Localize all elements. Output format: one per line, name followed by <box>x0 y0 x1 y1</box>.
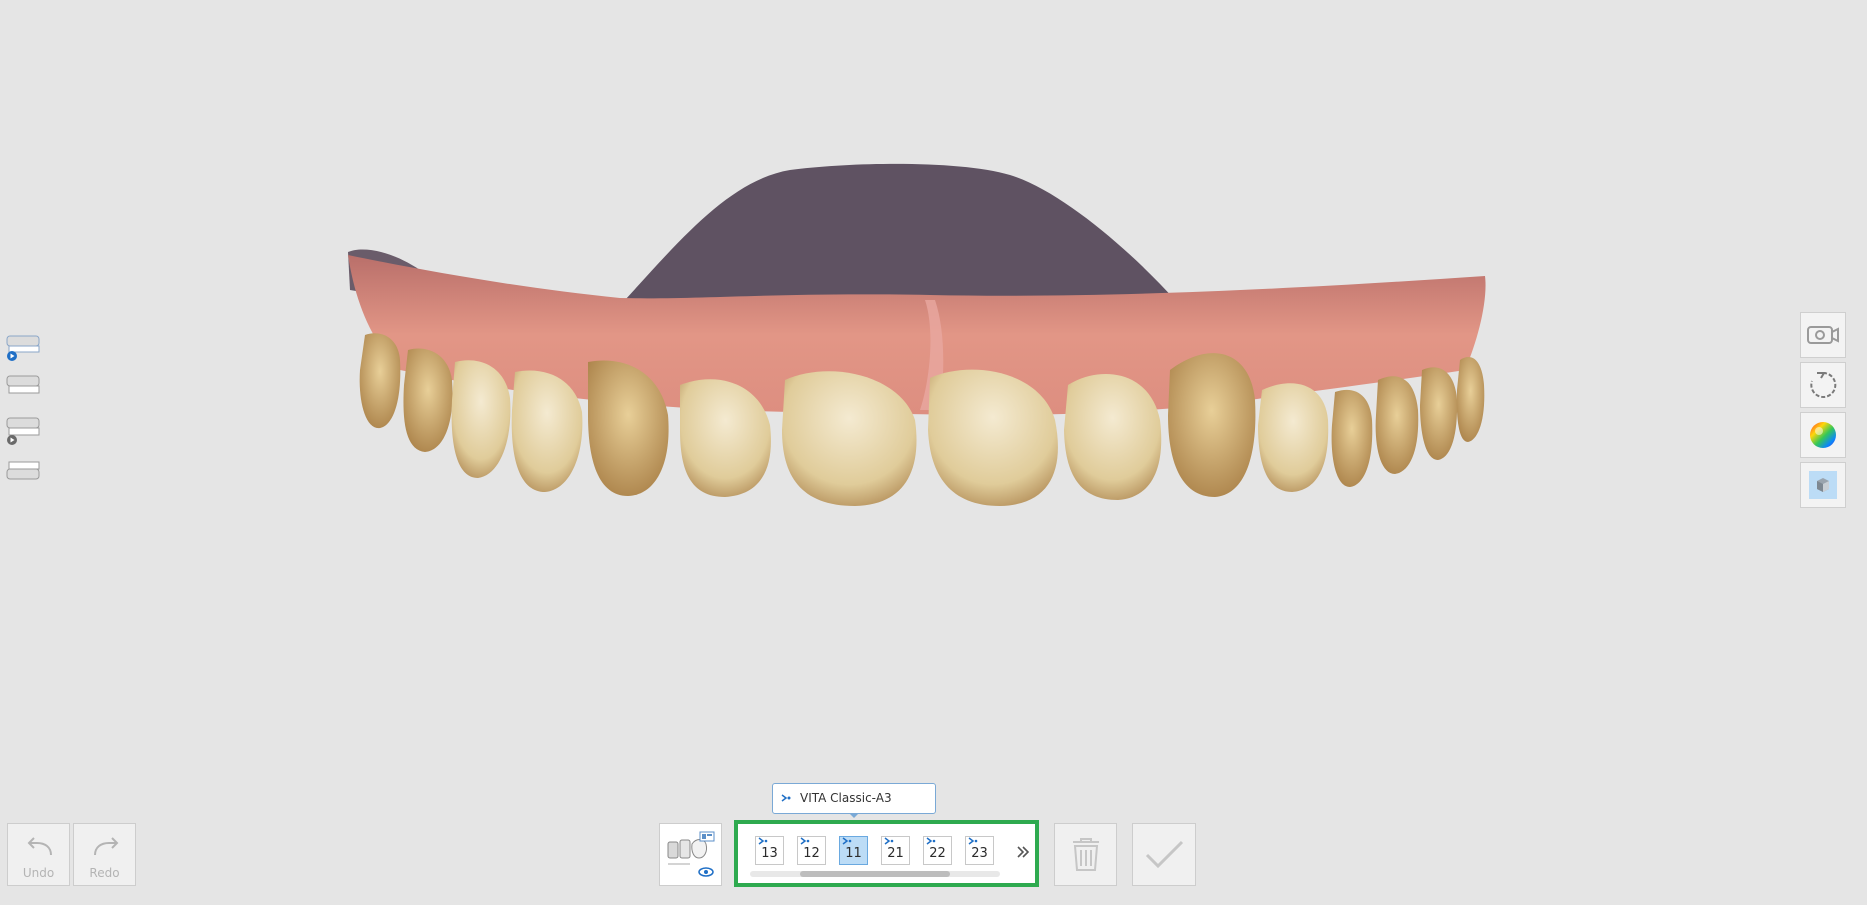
view-cube-button[interactable] <box>1800 462 1846 508</box>
lower-jaw-button[interactable] <box>4 456 44 490</box>
color-map-icon <box>1810 422 1836 448</box>
3d-viewport[interactable] <box>0 0 1867 905</box>
tooth-scrollbar[interactable] <box>750 871 1000 877</box>
undo-icon <box>27 837 52 856</box>
shade-guide-button[interactable] <box>659 823 722 886</box>
tooth-marker-icon <box>968 837 978 845</box>
lower-jaw-icon <box>6 461 40 480</box>
tooth-marker-icon <box>926 837 936 845</box>
camera-icon <box>1807 326 1839 344</box>
tooth-marker-icon <box>884 837 894 845</box>
redo-label: Redo <box>89 866 120 880</box>
upper-jaw-prep-icon <box>6 417 40 445</box>
tooth-number: 13 <box>761 846 778 861</box>
redo-button[interactable]: Redo <box>73 823 136 886</box>
shade-tooltip-text: VITA Classic-A3 <box>800 791 892 805</box>
shade-guide-icon <box>667 831 715 877</box>
dental-scan-model[interactable] <box>0 0 1867 905</box>
tooth-marker-icon <box>842 837 852 845</box>
undo-label: Undo <box>22 866 55 880</box>
upper-jaw-active-icon <box>6 335 40 361</box>
redo-icon <box>94 837 119 856</box>
tooltip-arrow <box>849 813 859 818</box>
tooth-number: 12 <box>803 846 820 861</box>
reset-view-button[interactable] <box>1800 362 1846 408</box>
tooth-button-22[interactable]: 22 <box>923 836 952 865</box>
color-map-button[interactable] <box>1800 412 1846 458</box>
tooth-marker-icon <box>781 794 791 802</box>
check-icon <box>1145 840 1184 869</box>
shade-tooltip: VITA Classic-A3 <box>772 783 936 818</box>
camera-button[interactable] <box>1800 312 1846 358</box>
view-cube-icon <box>1809 471 1837 499</box>
upper-jaw-button[interactable] <box>4 372 44 406</box>
more-teeth-button[interactable] <box>1014 840 1032 864</box>
tooth-marker-icon <box>758 837 768 845</box>
tooth-button-13[interactable]: 13 <box>755 836 784 865</box>
undo-button[interactable]: Undo <box>7 823 70 886</box>
double-chevron-right-icon <box>1017 846 1030 858</box>
tooth-button-12[interactable]: 12 <box>797 836 826 865</box>
tooth-button-23[interactable]: 23 <box>965 836 994 865</box>
tooth-selector: 13 12 11 21 22 23 <box>734 820 1039 887</box>
tooth-number: 21 <box>887 846 904 861</box>
tooth-marker-icon <box>800 837 810 845</box>
trash-icon <box>1073 838 1099 871</box>
tooth-button-21[interactable]: 21 <box>881 836 910 865</box>
upper-jaw-prep-button[interactable] <box>4 414 44 448</box>
upper-jaw-active-button[interactable] <box>4 330 44 364</box>
tooth-number: 23 <box>971 846 988 861</box>
tooth-button-11[interactable]: 11 <box>839 836 868 865</box>
tooth-number: 11 <box>845 846 862 861</box>
confirm-button[interactable] <box>1132 823 1196 886</box>
rotate-reset-icon <box>1810 371 1837 398</box>
tooth-number: 22 <box>929 846 946 861</box>
upper-jaw-icon <box>6 375 40 394</box>
tooth-scrollbar-thumb[interactable] <box>800 871 950 877</box>
delete-button[interactable] <box>1054 823 1117 886</box>
